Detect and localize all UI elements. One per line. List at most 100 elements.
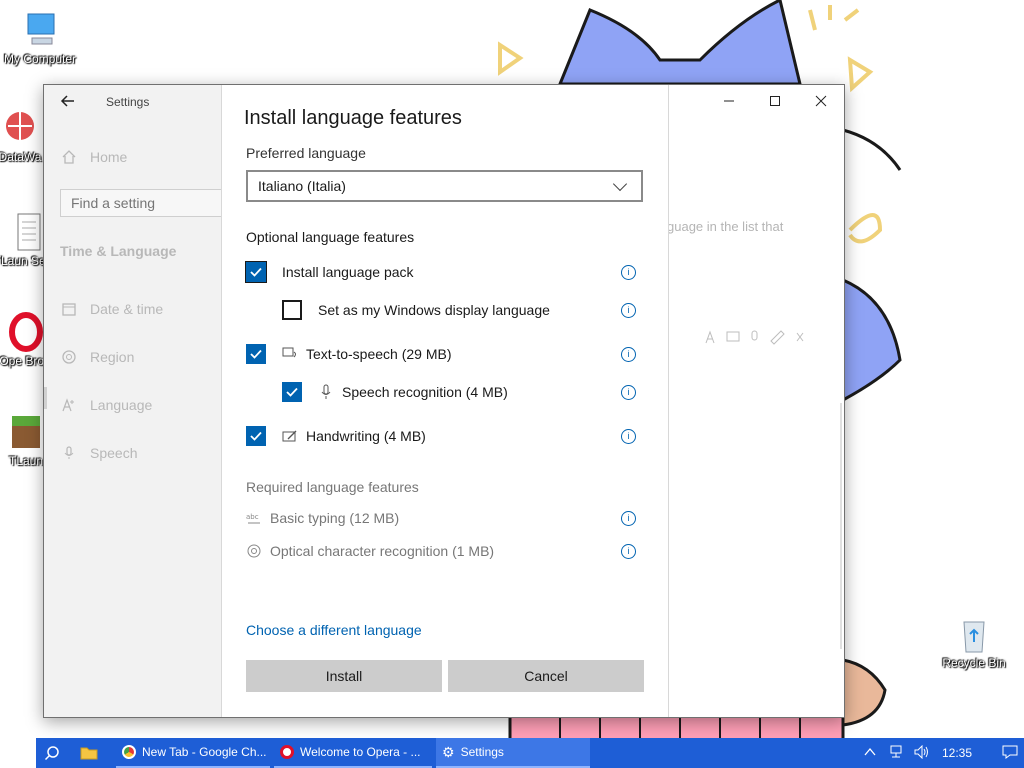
microphone-icon: [318, 384, 334, 400]
sidebar-item-home[interactable]: Home: [60, 145, 127, 169]
search-icon: [44, 746, 59, 761]
settings-window: Settings Home Time & Language Date & tim…: [43, 84, 845, 718]
preferred-language-select[interactable]: Italiano (Italia): [246, 170, 643, 202]
info-icon[interactable]: i: [621, 510, 636, 526]
check-icon: [286, 387, 298, 397]
search-button[interactable]: [44, 738, 68, 768]
taskbar-app-chrome[interactable]: New Tab - Google Ch...: [116, 738, 270, 768]
feature-label: Set as my Windows display language: [318, 302, 550, 318]
chevron-down-icon: [612, 176, 628, 191]
desktop-icon-my-computer[interactable]: My Computer: [2, 10, 78, 66]
feature-row-text-to-speech: Text-to-speech (29 MB) i: [246, 343, 636, 365]
text-to-speech-icon: [282, 346, 298, 362]
computer-icon: [20, 10, 60, 50]
check-icon: [250, 267, 262, 277]
install-language-dialog: Install language features Preferred lang…: [221, 85, 669, 717]
sidebar-item-label: Language: [90, 397, 153, 413]
install-language-pack-checkbox[interactable]: [245, 261, 267, 283]
basic-typing-icon: abc: [246, 510, 262, 526]
sidebar-item-label: Home: [90, 149, 128, 165]
background-description: guage in the list that: [667, 219, 784, 234]
cancel-button[interactable]: Cancel: [448, 660, 644, 692]
check-icon: [250, 349, 262, 359]
sidebar-item-speech[interactable]: Speech: [60, 441, 137, 465]
system-tray: 12:35: [864, 738, 1018, 768]
app-title: Settings: [106, 95, 150, 109]
network-icon[interactable]: [888, 745, 904, 762]
handwriting-icon: [282, 428, 298, 444]
scrollbar[interactable]: [840, 403, 842, 649]
section-title: Time & Language: [60, 243, 177, 259]
feature-label: Speech recognition (4 MB): [342, 384, 508, 400]
feature-row-language-pack: Install language pack i: [245, 261, 636, 283]
minecraft-block-icon: [6, 412, 46, 452]
preferred-language-label: Preferred language: [246, 145, 366, 161]
opera-icon: [280, 745, 294, 759]
search-input[interactable]: [60, 189, 222, 217]
feature-label: Optical character recognition (1 MB): [270, 543, 495, 559]
home-icon: [60, 148, 78, 166]
notification-icon[interactable]: [1002, 745, 1018, 762]
info-icon[interactable]: i: [621, 543, 636, 559]
sidebar-item-date-time[interactable]: Date & time: [60, 297, 163, 321]
selected-indicator: [44, 387, 47, 409]
gear-icon: ⚙: [442, 743, 455, 760]
feature-row-display-language: Set as my Windows display language i: [282, 299, 636, 321]
display-language-checkbox[interactable]: [282, 300, 302, 320]
info-icon[interactable]: i: [621, 346, 636, 362]
desktop-icon-recycle-bin[interactable]: Recycle Bin: [936, 614, 1012, 670]
folder-icon: [80, 747, 98, 760]
taskbar: New Tab - Google Ch... Welcome to Opera …: [36, 738, 1024, 768]
text-to-speech-checkbox[interactable]: [246, 344, 266, 364]
feature-row-basic-typing: abc Basic typing (12 MB) i: [246, 507, 636, 529]
sidebar-item-label: Date & time: [90, 301, 164, 317]
language-page-background: guage in the list that: [667, 85, 844, 717]
globe-icon: [60, 348, 78, 366]
check-icon: [250, 431, 262, 441]
volume-icon[interactable]: [914, 744, 930, 762]
language-icon: [60, 396, 78, 414]
opera-icon: [6, 312, 46, 352]
document-icon: [8, 212, 48, 252]
optional-features-label: Optional language features: [246, 229, 415, 245]
info-icon[interactable]: i: [621, 302, 636, 318]
minimize-button[interactable]: [706, 85, 752, 117]
install-button[interactable]: Install: [246, 660, 442, 692]
info-icon[interactable]: i: [621, 428, 636, 444]
file-explorer-button[interactable]: [80, 738, 104, 768]
sidebar-item-label: Region: [90, 349, 135, 365]
ocr-icon: [246, 543, 262, 559]
back-arrow-icon[interactable]: [60, 93, 76, 113]
recycle-bin-icon: [954, 614, 994, 654]
chevron-up-icon[interactable]: [864, 746, 876, 760]
taskbar-app-opera[interactable]: Welcome to Opera - ...: [274, 738, 432, 768]
handwriting-checkbox[interactable]: [246, 426, 266, 446]
sidebar-item-language[interactable]: Language: [60, 393, 152, 417]
microphone-icon: [60, 444, 78, 462]
choose-different-language-link[interactable]: Choose a different language: [246, 622, 422, 638]
feature-label: Basic typing (12 MB): [270, 510, 400, 526]
taskbar-app-settings[interactable]: ⚙ Settings: [436, 738, 590, 768]
feature-label: Handwriting (4 MB): [306, 428, 426, 444]
feature-row-handwriting: Handwriting (4 MB) i: [246, 425, 636, 447]
feature-row-ocr: Optical character recognition (1 MB) i: [246, 540, 636, 562]
feature-label: Install language pack: [282, 264, 414, 280]
language-feature-icons: [705, 329, 809, 349]
calendar-icon: [60, 300, 78, 318]
maximize-button[interactable]: [752, 85, 798, 117]
info-icon[interactable]: i: [621, 384, 636, 400]
dialog-title: Install language features: [244, 107, 462, 129]
feature-label: Text-to-speech (29 MB): [306, 346, 452, 362]
settings-sidebar: Settings Home Time & Language Date & tim…: [44, 85, 222, 717]
speech-recognition-checkbox[interactable]: [282, 382, 302, 402]
clock[interactable]: 12:35: [942, 746, 972, 760]
sidebar-item-region[interactable]: Region: [60, 345, 134, 369]
sidebar-item-label: Speech: [90, 445, 138, 461]
select-value: Italiano (Italia): [258, 178, 346, 194]
datawa-icon: [0, 108, 40, 148]
info-icon[interactable]: i: [621, 264, 636, 280]
close-button[interactable]: [798, 85, 844, 117]
chrome-icon: [122, 745, 136, 759]
svg-text:abc: abc: [246, 513, 259, 521]
feature-row-speech-recognition: Speech recognition (4 MB) i: [282, 381, 636, 403]
